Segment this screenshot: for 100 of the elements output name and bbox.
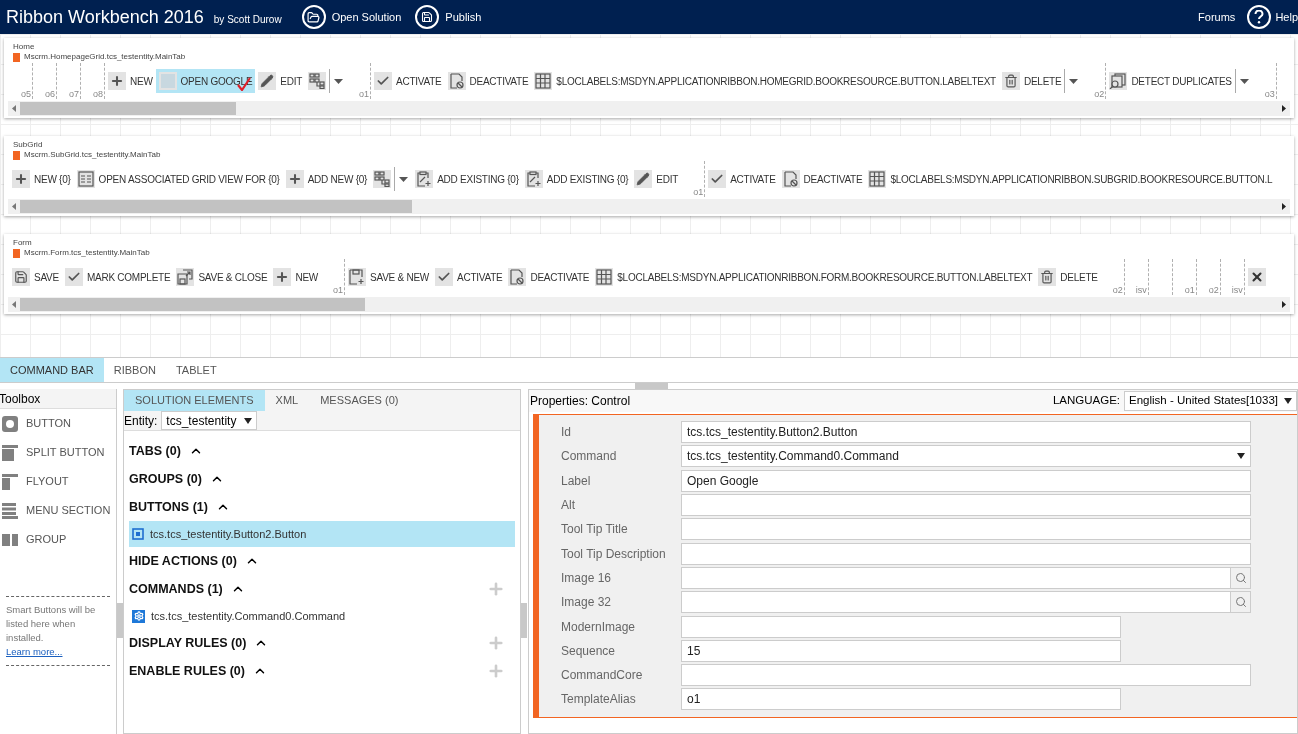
button-icon [132, 528, 144, 540]
add-icon[interactable] [487, 662, 505, 680]
designer-tab[interactable]: RIBBON [103, 358, 166, 382]
section-header[interactable]: COMMANDS (1) [129, 579, 223, 599]
ribbon-title: SubGrid [13, 140, 44, 150]
text-field[interactable] [681, 615, 1121, 638]
text-field[interactable] [681, 494, 1251, 517]
ribbon-button[interactable]: DELETE [1035, 265, 1101, 289]
tab-name: Mscrm.HomepageGrid.tcs_testentity.MainTab [24, 52, 186, 62]
caret-icon [1284, 398, 1292, 404]
add-icon[interactable] [487, 580, 505, 598]
toolbox-item[interactable]: BUTTON [0, 409, 116, 438]
section-header[interactable]: GROUPS (0) [129, 469, 202, 489]
floppy-disk-icon [12, 268, 30, 286]
language-select[interactable]: English - United States[1033] [1124, 391, 1297, 411]
toolbox-item[interactable]: FLYOUT [0, 467, 116, 496]
documents-search-icon [1109, 72, 1128, 90]
ribbon-button[interactable]: MARK COMPLETE [61, 265, 174, 289]
app-title: Ribbon Workbench 2016 [6, 5, 204, 29]
toolbar-button[interactable]: Publish [415, 5, 482, 29]
field-label: Tool Tip Title [561, 521, 629, 539]
panel-title: Properties: Control [530, 393, 631, 410]
text-field[interactable]: Open Google [681, 469, 1251, 492]
field-label: CommandCore [561, 667, 644, 685]
learn-more-link[interactable]: Learn more... [6, 645, 110, 659]
pencil-icon [258, 72, 277, 90]
ribbon-button[interactable]: DEACTIVATE [505, 265, 593, 289]
trash-icon [1001, 72, 1020, 90]
image-field[interactable] [681, 566, 1251, 589]
ribbon-button[interactable]: EDIT [255, 69, 306, 93]
add-icon[interactable] [487, 634, 505, 652]
ribbon-button[interactable]: NEW {0} [9, 167, 74, 191]
entity-select[interactable]: tcs_testentity [161, 411, 258, 430]
designer-tab[interactable]: TABLET [165, 358, 227, 382]
horizontal-scrollbar[interactable] [8, 101, 1290, 116]
tree-item[interactable]: tcs.tcs_testentity.Command0.Command [129, 603, 515, 629]
ribbon-button[interactable]: ADD NEW {0} [282, 167, 371, 191]
header-link[interactable]: Forums [1198, 8, 1236, 26]
ribbon-button[interactable]: DEACTIVATE [778, 167, 866, 191]
toolbox-item[interactable]: SPLIT BUTTON [0, 438, 116, 467]
ribbon-button[interactable]: SAVE & CLOSE [173, 265, 271, 289]
hierarchy-icon [373, 170, 392, 188]
text-field[interactable]: tcs.tcs_testentity.Button2.Button [681, 421, 1251, 444]
ribbon-button[interactable]: SAVE & NEW [345, 265, 433, 289]
ribbon-button[interactable]: NEW [270, 265, 322, 289]
field-label: ModernImage [561, 618, 637, 636]
tab-name: Mscrm.Form.tcs_testentity.MainTab [24, 248, 150, 258]
toolbox-item[interactable]: MENU SECTION [0, 496, 116, 525]
section-header[interactable]: ENABLE RULES (0) [129, 661, 245, 681]
image-field[interactable] [681, 591, 1251, 614]
panel-tab[interactable]: XML [264, 390, 310, 411]
splitter-handle[interactable] [635, 383, 668, 389]
section-header[interactable]: HIDE ACTIONS (0) [129, 551, 237, 571]
select-field[interactable]: tcs.tcs_testentity.Command0.Command [681, 445, 1251, 468]
ribbon-button[interactable]: ADD EXISTING {0} [521, 167, 632, 191]
tab-marker-icon [13, 150, 20, 160]
horizontal-scrollbar[interactable] [8, 297, 1290, 312]
search-button[interactable] [1230, 567, 1250, 588]
ribbon-button[interactable]: ACTIVATE [432, 265, 506, 289]
designer-tab[interactable]: COMMAND BAR [0, 358, 104, 382]
ribbon-button[interactable]: DETECT DUPLICATES [1106, 69, 1235, 93]
ribbon-title: Home [13, 42, 36, 52]
panel-tab[interactable]: MESSAGES (0) [309, 390, 410, 411]
panel-tab[interactable]: SOLUTION ELEMENTS [124, 390, 265, 411]
text-field[interactable] [681, 518, 1251, 541]
ribbon-button[interactable]: $LOCLABELS:MSDYN.APPLICATIONRIBBON.FORM.BOOKRESOURCE.BUTTON.LABELTEXT [592, 265, 1036, 289]
ribbon-button[interactable]: ACTIVATE [371, 69, 445, 93]
field-label: Image 16 [561, 569, 613, 587]
ribbon-button[interactable]: ACTIVATE [705, 167, 779, 191]
plus-icon [12, 170, 30, 188]
ribbon-button[interactable]: DELETE [998, 69, 1065, 93]
list-icon [76, 170, 95, 188]
section-header[interactable]: BUTTONS (1) [129, 497, 208, 517]
ribbon-button[interactable]: $LOCLABELS:MSDYN.APPLICATIONRIBBON.HOMEGRID.BOOKRESOURCE.BUTTON.LABELTEXT [531, 69, 999, 93]
toolbar-button[interactable]: Open Solution [301, 5, 402, 29]
horizontal-scrollbar[interactable] [8, 199, 1290, 214]
ribbon-button[interactable]: ADD EXISTING {0} [412, 167, 522, 191]
toolbox-item[interactable]: GROUP [0, 525, 116, 554]
field-label: Tool Tip Description [561, 545, 667, 563]
tree-item[interactable]: tcs.tcs_testentity.Button2.Button [129, 521, 515, 547]
ribbon-button[interactable]: OPEN ASSOCIATED GRID VIEW FOR {0} [73, 167, 283, 191]
search-button[interactable] [1230, 592, 1250, 613]
ribbon-button[interactable]: DEACTIVATE [444, 69, 532, 93]
text-field[interactable] [681, 542, 1251, 565]
text-field[interactable]: 15 [681, 639, 1121, 662]
ribbon-button[interactable]: SAVE [9, 265, 62, 289]
section-header[interactable]: TABS (0) [129, 441, 181, 461]
ribbon-button[interactable]: $LOCLABELS:MSDYN.APPLICATIONRIBBON.SUBGRID.BOOKRESOURCE.BUTTON.L [865, 167, 1276, 191]
check-icon [374, 72, 393, 90]
grid-icon [534, 72, 553, 90]
field-label: Command [561, 448, 618, 466]
ribbon-button[interactable]: EDIT [631, 167, 682, 191]
ribbon-title: Form [13, 238, 33, 248]
field-label: Sequence [561, 642, 617, 660]
text-field[interactable] [681, 664, 1251, 687]
field-label: Image 32 [561, 594, 613, 612]
text-field[interactable]: o1 [681, 688, 1121, 711]
ribbon-button[interactable]: NEW [105, 69, 156, 93]
header-link[interactable]: Help [1247, 5, 1298, 29]
section-header[interactable]: DISPLAY RULES (0) [129, 633, 247, 653]
